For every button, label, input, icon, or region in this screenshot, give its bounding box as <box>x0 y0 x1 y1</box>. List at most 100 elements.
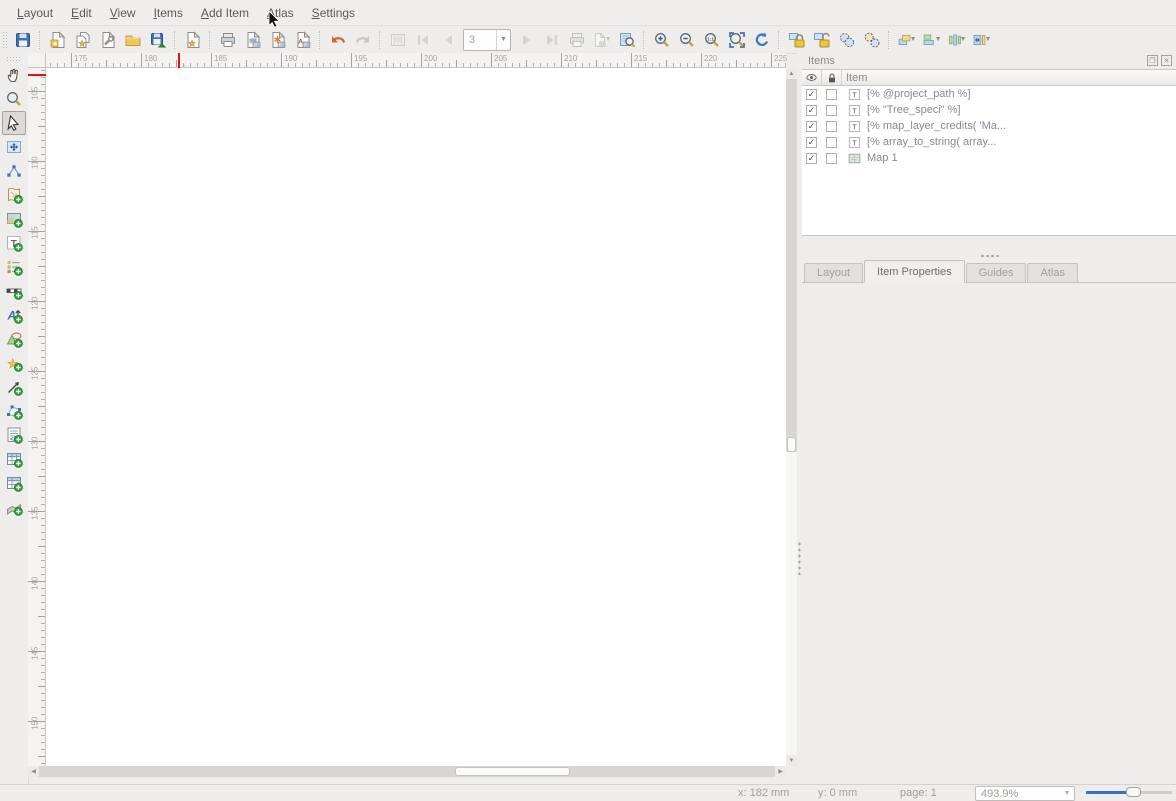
items-tree-row[interactable]: ✓T[% map_layer_credits( 'Ma... <box>802 118 1176 134</box>
toolbox-drag-handle[interactable] <box>6 56 22 61</box>
add-scalebar-tool-button[interactable] <box>2 279 26 303</box>
menu-layout[interactable]: Layout <box>8 2 62 24</box>
menu-view[interactable]: View <box>101 2 145 24</box>
group-items-button[interactable] <box>835 28 859 52</box>
vertical-scroll-trough[interactable] <box>786 452 797 755</box>
vertical-scroll-thumb[interactable] <box>787 437 796 452</box>
zoom-tool-tool-button[interactable] <box>2 87 26 111</box>
zoom-in-button[interactable] <box>650 28 674 52</box>
items-tree-row[interactable]: ✓T[% "Tree_speci" %] <box>802 102 1176 118</box>
panel-splitter-handle[interactable] <box>980 254 1000 258</box>
lock-checkbox[interactable] <box>826 121 837 132</box>
raise-selected-items-button[interactable]: ▼ <box>895 28 919 52</box>
vertical-scrollbar[interactable]: ▲ ▼ <box>786 68 797 766</box>
zoom-slider-handle[interactable] <box>1126 787 1141 797</box>
items-panel-close-button[interactable]: ✕ <box>1161 55 1172 66</box>
tab-layout[interactable]: Layout <box>804 263 863 282</box>
add-label-tool-button[interactable]: T <box>2 231 26 255</box>
save-project-button[interactable] <box>11 28 35 52</box>
undo-button[interactable] <box>326 28 350 52</box>
horizontal-scrollbar[interactable]: ◀ ▶ <box>28 766 786 777</box>
add-items-from-template-button[interactable] <box>121 28 145 52</box>
add-arrow-tool-button[interactable] <box>2 375 26 399</box>
lock-column-header[interactable] <box>822 70 842 85</box>
new-report-button[interactable]: ★ <box>181 28 205 52</box>
scroll-right-arrow[interactable]: ▶ <box>775 766 786 777</box>
zoom-out-button[interactable] <box>675 28 699 52</box>
lock-checkbox[interactable] <box>826 105 837 116</box>
export-as-svg-button[interactable]: P <box>266 28 290 52</box>
visibility-checkbox[interactable]: ✓ <box>806 153 817 164</box>
pan-layout-tool-button[interactable] <box>2 63 26 87</box>
atlas-settings-button[interactable] <box>615 28 639 52</box>
toolbar-drag-handle[interactable] <box>2 31 8 49</box>
lock-checkbox[interactable] <box>826 153 837 164</box>
add-picture-tool-button[interactable] <box>2 207 26 231</box>
scroll-up-arrow[interactable]: ▲ <box>786 68 797 79</box>
previous-feature-button[interactable] <box>436 28 460 52</box>
tab-item-properties[interactable]: Item Properties <box>864 260 965 283</box>
edit-nodes-item-tool-button[interactable] <box>2 159 26 183</box>
zoom-level-combo[interactable]: 493.9% ▼ <box>975 786 1075 801</box>
duplicate-layout-button[interactable]: ★ <box>71 28 95 52</box>
menu-edit[interactable]: Edit <box>62 2 101 24</box>
tab-guides[interactable]: Guides <box>966 263 1027 282</box>
items-tree-row[interactable]: ✓Map 1 <box>802 150 1176 166</box>
tab-atlas[interactable]: Atlas <box>1027 263 1077 282</box>
add-3d-map-tool-button[interactable] <box>2 495 26 519</box>
visibility-checkbox[interactable]: ✓ <box>806 137 817 148</box>
select-move-item-tool-button[interactable] <box>2 111 26 135</box>
print-atlas-button[interactable] <box>565 28 589 52</box>
move-item-content-tool-button[interactable] <box>2 135 26 159</box>
zoom-slider[interactable] <box>1086 787 1172 798</box>
scroll-left-arrow[interactable]: ◀ <box>28 766 39 777</box>
ungroup-items-button[interactable] <box>860 28 884 52</box>
refresh-view-button[interactable] <box>750 28 774 52</box>
items-tree-row[interactable]: ✓T[% array_to_string( array... <box>802 134 1176 150</box>
preview-atlas-button[interactable] <box>386 28 410 52</box>
horizontal-scroll-thumb[interactable] <box>455 767 570 776</box>
visibility-checkbox[interactable]: ✓ <box>806 105 817 116</box>
add-node-item-tool-button[interactable] <box>2 399 26 423</box>
align-selected-items-button[interactable]: ▼ <box>920 28 944 52</box>
add-map-tool-button[interactable] <box>2 183 26 207</box>
scroll-down-arrow[interactable]: ▼ <box>786 755 797 766</box>
add-north-arrow-tool-button[interactable]: A <box>2 303 26 327</box>
save-as-template-button[interactable] <box>146 28 170 52</box>
add-fixed-table-tool-button[interactable] <box>2 471 26 495</box>
redo-button[interactable] <box>351 28 375 52</box>
zoom-actual-button[interactable]: 1:1 <box>700 28 724 52</box>
item-column-header[interactable]: Item <box>842 70 1176 85</box>
first-feature-button[interactable] <box>411 28 435 52</box>
add-attribute-table-tool-button[interactable] <box>2 447 26 471</box>
visibility-checkbox[interactable]: ✓ <box>806 89 817 100</box>
export-as-pdf-button[interactable]: AP <box>291 28 315 52</box>
print-layout-button[interactable] <box>216 28 240 52</box>
add-marker-tool-button[interactable]: ★ <box>2 351 26 375</box>
menu-items[interactable]: Items <box>145 2 192 24</box>
zoom-full-button[interactable] <box>725 28 749 52</box>
visibility-column-header[interactable] <box>802 70 822 85</box>
unlock-all-items-button[interactable] <box>810 28 834 52</box>
add-legend-tool-button[interactable] <box>2 255 26 279</box>
add-html-tool-button[interactable]: </> <box>2 423 26 447</box>
new-layout-button[interactable]: ★ <box>46 28 70 52</box>
distribute-items-button[interactable]: ▼ <box>945 28 969 52</box>
menu-add-item[interactable]: Add Item <box>192 2 258 24</box>
lock-checkbox[interactable] <box>826 89 837 100</box>
layout-canvas-page[interactable] <box>46 68 786 766</box>
next-feature-button[interactable] <box>515 28 539 52</box>
resize-selected-items-button[interactable]: ▼ <box>970 28 994 52</box>
last-feature-button[interactable] <box>540 28 564 52</box>
add-shape-tool-button[interactable] <box>2 327 26 351</box>
lock-selected-items-button[interactable] <box>785 28 809 52</box>
items-panel-float-button[interactable]: ❐ <box>1147 55 1158 66</box>
visibility-checkbox[interactable]: ✓ <box>806 121 817 132</box>
items-tree-row[interactable]: ✓T[% @project_path %] <box>802 86 1176 102</box>
layout-manager-button[interactable] <box>96 28 120 52</box>
menu-settings[interactable]: Settings <box>303 2 364 24</box>
lock-checkbox[interactable] <box>826 137 837 148</box>
export-as-image-button[interactable]: P <box>241 28 265 52</box>
export-atlas-button[interactable]: ▼ <box>590 28 614 52</box>
atlas-feature-number-combo[interactable]: 3▼ <box>463 29 511 51</box>
